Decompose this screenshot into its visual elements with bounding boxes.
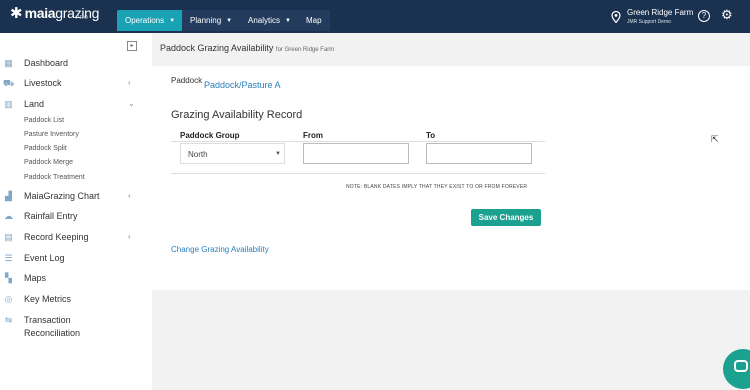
sidebar-subitem-paddock-merge[interactable]: Paddock Merge bbox=[24, 158, 73, 168]
column-header-to: To bbox=[426, 131, 436, 140]
record-section-title: Grazing Availability Record bbox=[171, 109, 303, 121]
caret-down-icon: ▼ bbox=[275, 151, 281, 157]
farm-name[interactable]: Green Ridge Farm bbox=[627, 8, 693, 17]
maps-icon: ▚ bbox=[5, 273, 12, 283]
page-title: Paddock Grazing Availability for Green R… bbox=[160, 43, 334, 53]
chevron-down-icon: ▼ bbox=[169, 17, 176, 24]
sidebar-item-label: Land bbox=[24, 99, 45, 109]
chevron-left-icon: ‹ bbox=[128, 232, 131, 241]
farm-subtitle: JMR Support Demo bbox=[627, 19, 671, 25]
logo-pro-badge: PRO bbox=[76, 15, 89, 21]
sidebar-collapse-button[interactable]: ▸ bbox=[127, 41, 137, 51]
nav-operations[interactable]: Operations ▼ bbox=[117, 10, 184, 31]
sidebar-item-label: Rainfall Entry bbox=[24, 211, 78, 221]
nav-analytics[interactable]: Analytics ▼ bbox=[240, 10, 299, 31]
chat-button[interactable] bbox=[723, 349, 750, 389]
paddock-group-value: North bbox=[188, 150, 208, 159]
mouse-cursor-icon: ⇱ bbox=[711, 134, 719, 144]
nav-map[interactable]: Map bbox=[298, 10, 330, 31]
sidebar-item-label: MaiaGrazing Chart bbox=[24, 191, 100, 201]
location-pin-icon[interactable] bbox=[611, 11, 621, 23]
to-date-input[interactable] bbox=[426, 143, 532, 164]
sidebar-item-livestock[interactable]: ⛟ Livestock ‹ bbox=[0, 77, 152, 91]
sidebar-subitem-pasture-inventory[interactable]: Pasture Inventory bbox=[24, 130, 79, 140]
clipboard-icon: ▤ bbox=[4, 232, 13, 242]
sidebar-item-label: Event Log bbox=[24, 253, 65, 263]
from-date-input[interactable] bbox=[303, 143, 409, 164]
divider bbox=[171, 141, 545, 142]
divider bbox=[171, 173, 545, 174]
page-title-text: Paddock Grazing Availability bbox=[160, 43, 274, 53]
top-navigation-bar: ✱ maiagrazing PRO Operations ▼ Planning … bbox=[0, 0, 750, 33]
chevron-down-icon: ▼ bbox=[226, 17, 233, 24]
sidebar-item-label-continued: Reconciliation bbox=[24, 328, 81, 338]
sidebar-subitem-paddock-treatment[interactable]: Paddock Treatment bbox=[24, 173, 85, 183]
chevron-left-icon: ‹ bbox=[128, 191, 131, 200]
sidebar-item-label: Transaction bbox=[24, 315, 71, 325]
nav-operations-label: Operations bbox=[125, 16, 165, 25]
sidebar-item-event-log[interactable]: ☰ Event Log bbox=[0, 252, 152, 266]
metrics-icon: ◎ bbox=[4, 294, 13, 304]
chevron-down-icon: ⌄ bbox=[128, 99, 135, 108]
sidebar-item-key-metrics[interactable]: ◎ Key Metrics bbox=[0, 293, 152, 307]
livestock-icon: ⛟ bbox=[3, 78, 15, 88]
sidebar-item-label: Dashboard bbox=[24, 58, 69, 68]
sidebar-item-dashboard[interactable]: ▦ Dashboard bbox=[0, 57, 152, 71]
nav-planning-label: Planning bbox=[190, 16, 222, 25]
paddock-link[interactable]: Paddock/Pasture A bbox=[204, 80, 281, 90]
sidebar-item-label: Key Metrics bbox=[24, 294, 72, 304]
sidebar-subitem-paddock-list[interactable]: Paddock List bbox=[24, 116, 64, 126]
chat-icon bbox=[734, 360, 748, 372]
sidebar-item-label: Record Keeping bbox=[24, 232, 89, 242]
chevron-left-icon: ‹ bbox=[128, 78, 131, 87]
nav-analytics-label: Analytics bbox=[248, 16, 281, 25]
change-grazing-availability-link[interactable]: Change Grazing Availability bbox=[171, 245, 269, 254]
content-panel bbox=[152, 66, 750, 290]
chart-icon: ▟ bbox=[5, 191, 12, 201]
chevron-down-icon: ▼ bbox=[285, 17, 291, 24]
cloud-icon: ☁ bbox=[4, 211, 13, 221]
sidebar-item-land[interactable]: ▥ Land ⌄ bbox=[0, 98, 152, 112]
gear-icon[interactable]: ⚙ bbox=[721, 8, 733, 22]
sidebar-item-transaction-reconciliation[interactable]: ⇋ Transaction Reconciliation bbox=[0, 314, 152, 338]
column-header-from: From bbox=[303, 131, 323, 140]
sidebar-item-label: Maps bbox=[24, 273, 47, 283]
paddock-group-select[interactable]: North ▼ bbox=[180, 143, 285, 164]
page-title-farm: for Green Ridge Farm bbox=[275, 47, 335, 53]
help-icon[interactable]: ? bbox=[698, 10, 710, 22]
nav-planning[interactable]: Planning ▼ bbox=[182, 10, 241, 31]
column-header-paddock-group: Paddock Group bbox=[180, 131, 240, 140]
sidebar-item-record-keeping[interactable]: ▤ Record Keeping ‹ bbox=[0, 231, 152, 245]
dashboard-icon: ▦ bbox=[4, 58, 13, 68]
sidebar-subitem-paddock-split[interactable]: Paddock Split bbox=[24, 144, 67, 154]
sidebar-item-rainfall-entry[interactable]: ☁ Rainfall Entry bbox=[0, 210, 152, 224]
sidebar-item-maiagrazing-chart[interactable]: ▟ MaiaGrazing Chart ‹ bbox=[0, 190, 152, 204]
nav-map-label: Map bbox=[306, 16, 322, 25]
log-icon: ☰ bbox=[4, 253, 13, 263]
paddock-label: Paddock bbox=[171, 76, 203, 85]
blank-dates-note: NOTE: BLANK DATES IMPLY THAT THEY EXIST … bbox=[346, 184, 528, 190]
transaction-icon: ⇋ bbox=[4, 315, 13, 325]
logo-star-icon: ✱ bbox=[10, 5, 23, 22]
land-icon: ▥ bbox=[4, 99, 13, 109]
save-changes-button[interactable]: Save Changes bbox=[471, 209, 541, 226]
sidebar-item-maps[interactable]: ▚ Maps bbox=[0, 272, 152, 286]
sidebar-item-label: Livestock bbox=[24, 78, 62, 88]
